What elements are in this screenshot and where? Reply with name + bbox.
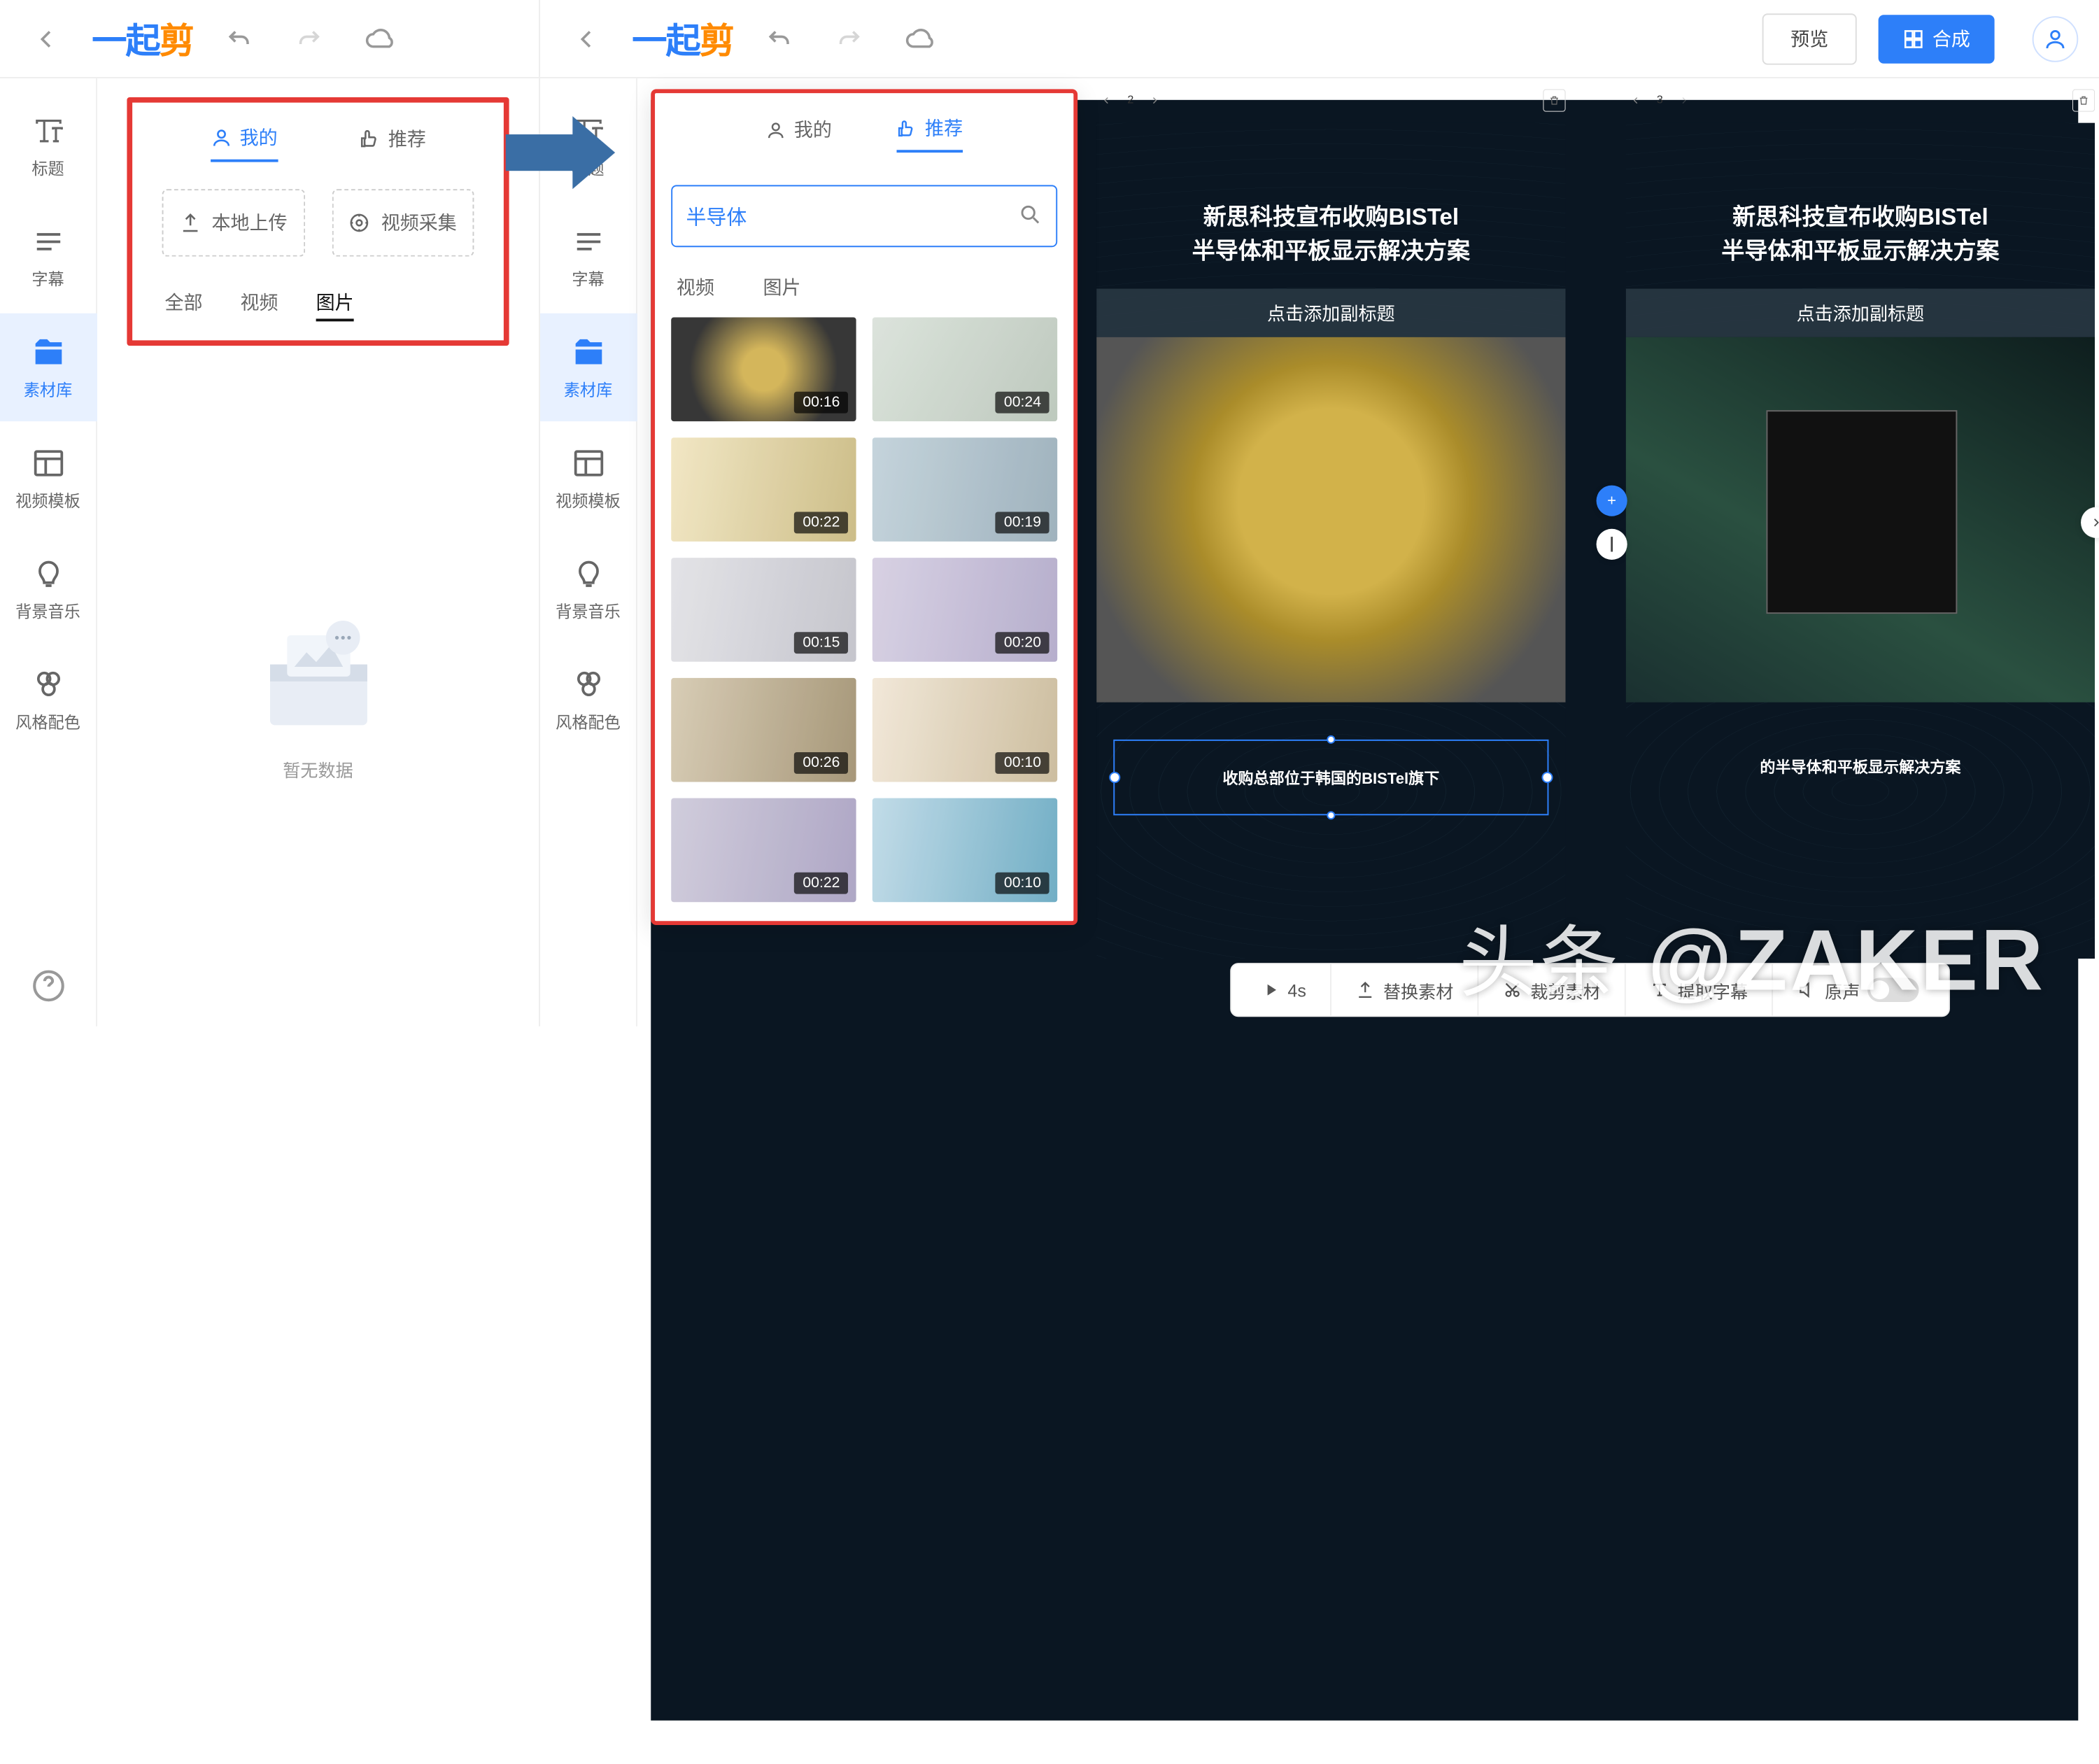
slide-image-chip[interactable] — [1626, 337, 2095, 702]
result-thumb[interactable]: 00:15 — [671, 558, 856, 662]
result-thumb[interactable]: 00:22 — [671, 437, 856, 542]
logo: 一起剪 — [92, 20, 193, 57]
slide-headline[interactable]: 新思科技宣布收购BISTel 半导体和平板显示解决方案 — [1626, 123, 2095, 289]
result-thumb[interactable]: 00:22 — [671, 798, 856, 903]
result-thumb[interactable]: 00:19 — [872, 437, 1057, 542]
nav-music[interactable]: 背景音乐 — [539, 535, 637, 642]
slide-3[interactable]: 新思科技宣布收购BISTel 半导体和平板显示解决方案 点击添加副标题 的半导体… — [1626, 123, 2095, 959]
tab-mine-r[interactable]: 我的 — [765, 115, 832, 153]
filter-image[interactable]: 图片 — [316, 289, 354, 321]
empty-illustration-icon — [243, 616, 392, 738]
right-topbar: 一起剪 预览 合成 — [540, 0, 2099, 78]
nav-styles[interactable]: 风格配色 — [0, 646, 97, 754]
search-input-wrap — [671, 185, 1057, 247]
replace-material-button[interactable]: 替换素材 — [1332, 964, 1479, 1015]
nav-title[interactable]: 标题 — [0, 92, 97, 199]
back-icon[interactable] — [22, 14, 70, 62]
separator-button[interactable]: ┃ — [1597, 529, 1627, 560]
rfilter-video[interactable]: 视频 — [677, 274, 714, 302]
preview-button[interactable]: 预览 — [1762, 13, 1857, 64]
undo-icon[interactable] — [215, 14, 263, 62]
page-number: 3 — [1657, 94, 1663, 107]
nav-styles[interactable]: 风格配色 — [539, 646, 637, 754]
cloud-icon[interactable] — [896, 14, 944, 62]
duration-button[interactable]: 4s — [1236, 964, 1332, 1015]
left-topbar: 一起剪 — [0, 0, 539, 78]
redo-icon[interactable] — [285, 14, 333, 62]
result-thumb[interactable]: 00:24 — [872, 318, 1057, 422]
result-thumb[interactable]: 00:10 — [872, 798, 1057, 903]
caption-text[interactable]: 收购总部位于韩国的BISTel旗下 — [1222, 766, 1439, 789]
rfilter-image[interactable]: 图片 — [763, 274, 800, 302]
filter-video[interactable]: 视频 — [241, 289, 278, 321]
page-number: 2 — [1127, 94, 1133, 107]
next-page-icon[interactable] — [1145, 91, 1164, 111]
prev-page-icon[interactable] — [1626, 91, 1646, 111]
search-icon[interactable] — [1018, 202, 1043, 231]
nav-templates[interactable]: 视频模板 — [539, 424, 637, 532]
slide-image-wafer[interactable] — [1096, 337, 1565, 702]
logo: 一起剪 — [632, 20, 733, 57]
empty-state: 暂无数据 — [127, 616, 509, 782]
delete-slide-icon[interactable] — [2072, 90, 2095, 112]
result-thumb[interactable]: 00:20 — [872, 558, 1057, 662]
highlight-frame-right: 我的 推荐 视频 图片 00:16 00:24 00:22 00:19 — [651, 89, 1077, 925]
slide-2[interactable]: 新思科技宣布收购BISTel 半导体和平板显示解决方案 点击添加副标题 收购总部… — [1096, 123, 1565, 959]
cloud-icon[interactable] — [355, 14, 404, 62]
nav-templates[interactable]: 视频模板 — [0, 424, 97, 532]
redo-icon[interactable] — [825, 14, 873, 62]
nav-subtitle[interactable]: 字幕 — [0, 203, 97, 311]
help-icon[interactable] — [29, 967, 66, 1005]
result-thumb[interactable]: 00:16 — [671, 318, 856, 422]
compose-button[interactable]: 合成 — [1879, 14, 1995, 62]
right-vnav: 标题 字幕 素材库 视频模板 背景音乐 风格配色 — [540, 78, 637, 1026]
upload-local-button[interactable]: 本地上传 — [162, 189, 305, 257]
left-content: 我的 推荐 本地上传 视频采集 — [97, 78, 539, 1026]
undo-icon[interactable] — [755, 14, 803, 62]
highlight-frame-left: 我的 推荐 本地上传 视频采集 — [127, 97, 509, 346]
slide-headline[interactable]: 新思科技宣布收购BISTel 半导体和平板显示解决方案 — [1096, 123, 1565, 289]
nav-subtitle[interactable]: 字幕 — [539, 203, 637, 311]
result-thumb[interactable]: 00:26 — [671, 678, 856, 782]
nav-library[interactable]: 素材库 — [539, 313, 637, 421]
next-page-icon[interactable] — [1674, 91, 1694, 111]
user-avatar-icon[interactable] — [2033, 15, 2079, 62]
prev-page-icon[interactable] — [1096, 91, 1116, 111]
empty-text: 暂无数据 — [283, 756, 353, 782]
slide-subheading[interactable]: 点击添加副标题 — [1626, 288, 2095, 337]
filter-all[interactable]: 全部 — [164, 289, 202, 321]
add-slide-button[interactable]: + — [1597, 486, 1627, 516]
tab-mine[interactable]: 我的 — [210, 125, 278, 162]
nav-library[interactable]: 素材库 — [0, 313, 97, 421]
back-icon[interactable] — [562, 14, 610, 62]
result-thumb[interactable]: 00:10 — [872, 678, 1057, 782]
nav-music[interactable]: 背景音乐 — [0, 535, 97, 642]
left-vnav: 标题 字幕 素材库 视频模板 背景音乐 风格配色 — [0, 78, 97, 1026]
video-capture-button[interactable]: 视频采集 — [332, 189, 474, 257]
watermark-text: 头条 @ZAKER — [1459, 899, 2046, 1012]
tab-recommend-r[interactable]: 推荐 — [897, 115, 963, 153]
delete-slide-icon[interactable] — [1543, 90, 1565, 112]
tab-recommend[interactable]: 推荐 — [358, 125, 426, 162]
caption-text[interactable]: 的半导体和平板显示解决方案 — [1626, 755, 2095, 777]
results-grid: 00:16 00:24 00:22 00:19 00:15 00:20 00:2… — [660, 318, 1068, 903]
search-input[interactable] — [686, 204, 1018, 227]
caption-selection[interactable]: 收购总部位于韩国的BISTel旗下 — [1113, 740, 1548, 815]
annotation-arrow-icon — [500, 106, 621, 200]
slide-subheading[interactable]: 点击添加副标题 — [1096, 288, 1565, 337]
